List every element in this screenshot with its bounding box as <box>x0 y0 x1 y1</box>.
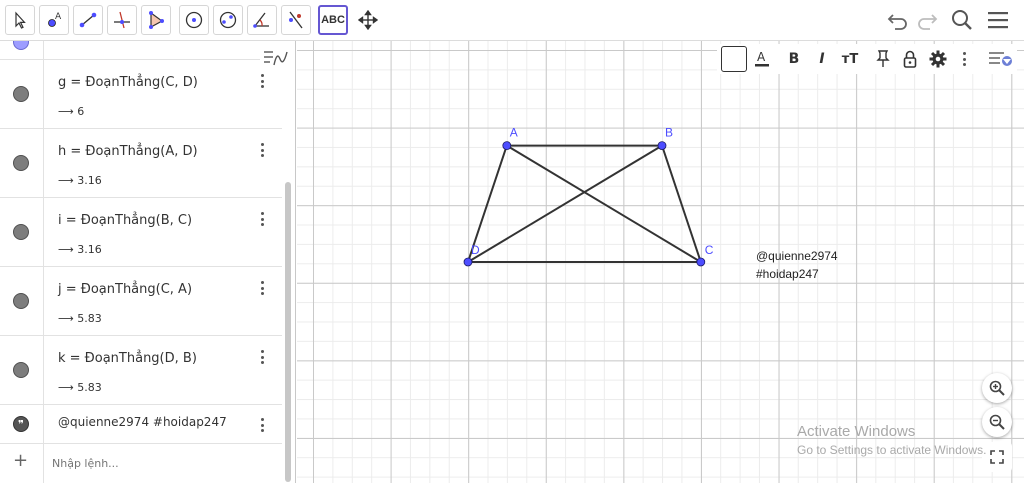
move-graphics-view-tool-icon[interactable] <box>353 5 383 35</box>
text-object-content: @quienne2974 #hoidap247 <box>58 415 227 429</box>
point-C[interactable] <box>696 257 706 267</box>
row-more-icon[interactable] <box>254 279 270 297</box>
algebra-scrollbar[interactable] <box>285 182 291 482</box>
polygon-tool-icon[interactable] <box>141 5 171 35</box>
segment-length-value: ⟶ 5.83 <box>58 381 102 394</box>
point-label-B[interactable]: B <box>665 126 673 140</box>
text-color-icon[interactable]: A <box>749 46 775 72</box>
search-icon[interactable] <box>948 6 976 34</box>
angle-tool-icon[interactable] <box>247 5 277 35</box>
circle-tool-icon[interactable] <box>179 5 209 35</box>
fullscreen-icon[interactable] <box>982 442 1012 472</box>
menu-icon[interactable] <box>984 6 1012 34</box>
segment-definition[interactable]: k = ĐoạnThẳng(D, B) <box>58 351 197 366</box>
point-D[interactable] <box>463 257 473 267</box>
row-more-icon[interactable] <box>254 348 270 366</box>
canvas-text-line-2[interactable]: #hoidap247 <box>756 267 819 281</box>
algebra-row[interactable]: g = ĐoạnThẳng(C, D) ⟶ 6 <box>0 60 282 129</box>
segment-length-value: ⟶ 3.16 <box>58 243 102 256</box>
algebra-row[interactable]: j = ĐoạnThẳng(C, A) ⟶ 5.83 <box>0 267 282 336</box>
visibility-toggle-icon[interactable] <box>13 362 29 378</box>
bold-button[interactable]: B <box>781 46 807 72</box>
undo-icon[interactable] <box>884 6 912 34</box>
activate-windows-subtitle: Go to Settings to activate Windows. <box>797 443 987 457</box>
graphics-settings-toggle-icon[interactable] <box>987 46 1015 72</box>
svg-text:A: A <box>55 12 62 22</box>
reflect-tool-icon[interactable] <box>281 5 311 35</box>
text-size-button[interactable]: ᴛT <box>837 46 863 72</box>
segment-DB[interactable] <box>467 144 663 263</box>
text-object-icon[interactable]: ❞ <box>13 416 29 432</box>
perpendicular-line-tool-icon[interactable] <box>107 5 137 35</box>
input-bar-row[interactable]: + <box>0 444 282 483</box>
point-A[interactable] <box>502 141 512 150</box>
canvas-text-line-1[interactable]: @quienne2974 <box>756 249 838 263</box>
move-tool-icon[interactable] <box>5 5 35 35</box>
pin-icon[interactable] <box>872 46 894 72</box>
graphics-view[interactable]: A B C D @quienne2974 #hoidap247 A B I ᴛT Ac… <box>297 41 1024 483</box>
visibility-toggle-icon[interactable] <box>13 41 29 50</box>
redo-icon[interactable] <box>913 6 941 34</box>
algebra-view: ❞ @quienne2974 #hoidap247 + g = ĐoạnThẳn… <box>0 41 296 483</box>
segment-definition[interactable]: h = ĐoạnThẳng(A, D) <box>58 144 198 159</box>
zoom-out-icon[interactable] <box>982 407 1012 437</box>
algebra-row[interactable]: i = ĐoạnThẳng(B, C) ⟶ 3.16 <box>0 198 282 267</box>
point-label-C[interactable]: C <box>705 243 714 257</box>
command-input[interactable] <box>52 454 252 472</box>
main-toolbar: A ABC <box>0 0 1024 41</box>
color-swatch-button[interactable] <box>721 46 747 72</box>
settings-gear-icon[interactable] <box>926 46 950 72</box>
visibility-toggle-icon[interactable] <box>13 86 29 102</box>
segment-CA[interactable] <box>506 144 702 263</box>
point-tool-icon[interactable]: A <box>39 5 69 35</box>
svg-text:A: A <box>757 50 766 64</box>
row-more-icon[interactable] <box>254 72 270 90</box>
italic-button[interactable]: I <box>809 46 835 72</box>
graphics-style-bar: A B I ᴛT <box>717 44 1017 74</box>
ellipse-tool-icon[interactable] <box>213 5 243 35</box>
algebra-row-partial[interactable] <box>0 41 282 60</box>
visibility-toggle-icon[interactable] <box>13 155 29 171</box>
row-more-icon[interactable] <box>254 416 270 434</box>
zoom-in-icon[interactable] <box>982 373 1012 403</box>
algebra-row[interactable]: k = ĐoạnThẳng(D, B) ⟶ 5.83 <box>0 336 282 405</box>
row-more-icon[interactable] <box>254 210 270 228</box>
segment-definition[interactable]: i = ĐoạnThẳng(B, C) <box>58 213 192 228</box>
algebra-text-row[interactable]: ❞ @quienne2974 #hoidap247 <box>0 405 282 444</box>
point-B[interactable] <box>657 141 667 150</box>
row-more-icon[interactable] <box>254 141 270 159</box>
point-label-D[interactable]: D <box>471 243 480 257</box>
point-label-A[interactable]: A <box>510 126 518 140</box>
line-tool-icon[interactable] <box>73 5 103 35</box>
segment-length-value: ⟶ 5.83 <box>58 312 102 325</box>
text-tool-icon: ABC <box>321 14 345 26</box>
geometry-canvas[interactable]: A B C D <box>297 41 1024 483</box>
lock-icon[interactable] <box>899 46 921 72</box>
algebra-row[interactable]: h = ĐoạnThẳng(A, D) ⟶ 3.16 <box>0 129 282 198</box>
visibility-toggle-icon[interactable] <box>13 224 29 240</box>
segment-definition[interactable]: j = ĐoạnThẳng(C, A) <box>58 282 192 297</box>
segment-definition[interactable]: g = ĐoạnThẳng(C, D) <box>58 75 198 90</box>
segment-BC[interactable] <box>661 145 702 263</box>
segment-length-value: ⟶ 3.16 <box>58 174 102 187</box>
activate-windows-title: Activate Windows <box>797 423 916 440</box>
visibility-toggle-icon[interactable] <box>13 293 29 309</box>
segment-length-value: ⟶ 6 <box>58 105 85 118</box>
more-options-icon[interactable] <box>955 46 973 72</box>
add-icon[interactable]: + <box>13 452 28 470</box>
text-tool-button[interactable]: ABC <box>318 5 348 35</box>
